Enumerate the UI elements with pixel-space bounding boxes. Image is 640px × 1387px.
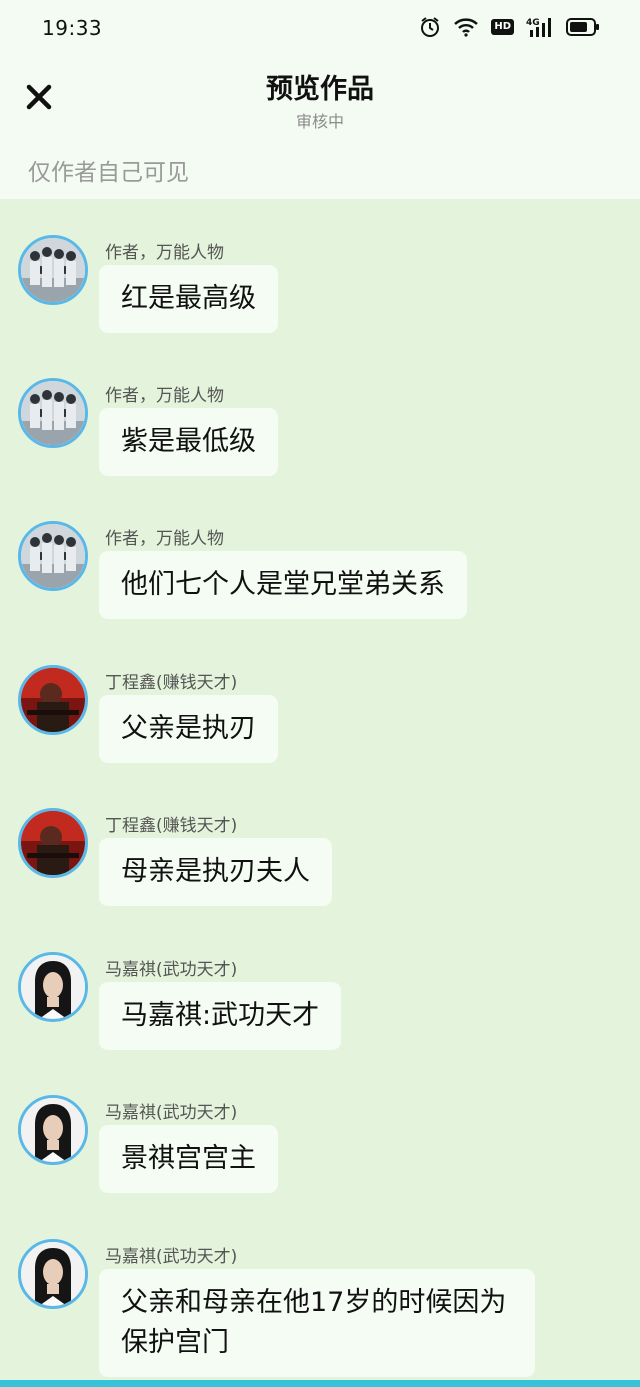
- sender-name: 作者，万能人物: [105, 529, 224, 549]
- status-icons: HD 4G: [419, 16, 600, 38]
- message-bubble: 紫是最低级: [99, 408, 278, 476]
- message-bubble: 父亲是执刃: [99, 695, 278, 763]
- sender-name: 作者，万能人物: [105, 243, 224, 263]
- battery-icon: [566, 17, 600, 37]
- alarm-icon: [419, 16, 441, 38]
- message-bubble: 父亲和母亲在他17岁的时候因为保护宫门: [99, 1269, 535, 1377]
- hd-badge: HD: [491, 19, 514, 35]
- review-status: 审核中: [295, 112, 344, 131]
- avatar[interactable]: [18, 378, 88, 448]
- sender-name: 作者，万能人物: [105, 386, 224, 406]
- sender-name: 丁程鑫(赚钱天才): [105, 673, 238, 693]
- avatar[interactable]: [18, 235, 88, 305]
- visibility-note: 仅作者自己可见: [28, 160, 189, 186]
- wifi-icon: [453, 17, 479, 37]
- sender-name: 丁程鑫(赚钱天才): [105, 816, 238, 836]
- avatar[interactable]: [18, 1239, 88, 1309]
- avatar[interactable]: [18, 952, 88, 1022]
- status-bar: 19:33 HD 4G: [0, 0, 640, 58]
- sender-name: 马嘉祺(武功天才): [105, 1103, 238, 1123]
- sender-name: 马嘉祺(武功天才): [105, 960, 238, 980]
- status-time: 19:33: [42, 16, 103, 40]
- bottom-accent-bar: [0, 1380, 640, 1387]
- avatar[interactable]: [18, 665, 88, 735]
- avatar[interactable]: [18, 1095, 88, 1165]
- message-bubble: 红是最高级: [99, 265, 278, 333]
- signal-4g-icon: 4G: [526, 16, 554, 38]
- avatar[interactable]: [18, 808, 88, 878]
- message-bubble: 景祺宫宫主: [99, 1125, 278, 1193]
- avatar[interactable]: [18, 521, 88, 591]
- message-bubble: 他们七个人是堂兄堂弟关系: [99, 551, 467, 619]
- page-title: 预览作品: [266, 74, 374, 105]
- sender-name: 马嘉祺(武功天才): [105, 1247, 238, 1267]
- message-bubble: 马嘉祺:武功天才: [99, 982, 342, 1050]
- header: 预览作品 审核中 仅作者自己可见: [0, 58, 640, 199]
- message-bubble: 母亲是执刃夫人: [99, 838, 332, 906]
- svg-text:4G: 4G: [526, 18, 540, 28]
